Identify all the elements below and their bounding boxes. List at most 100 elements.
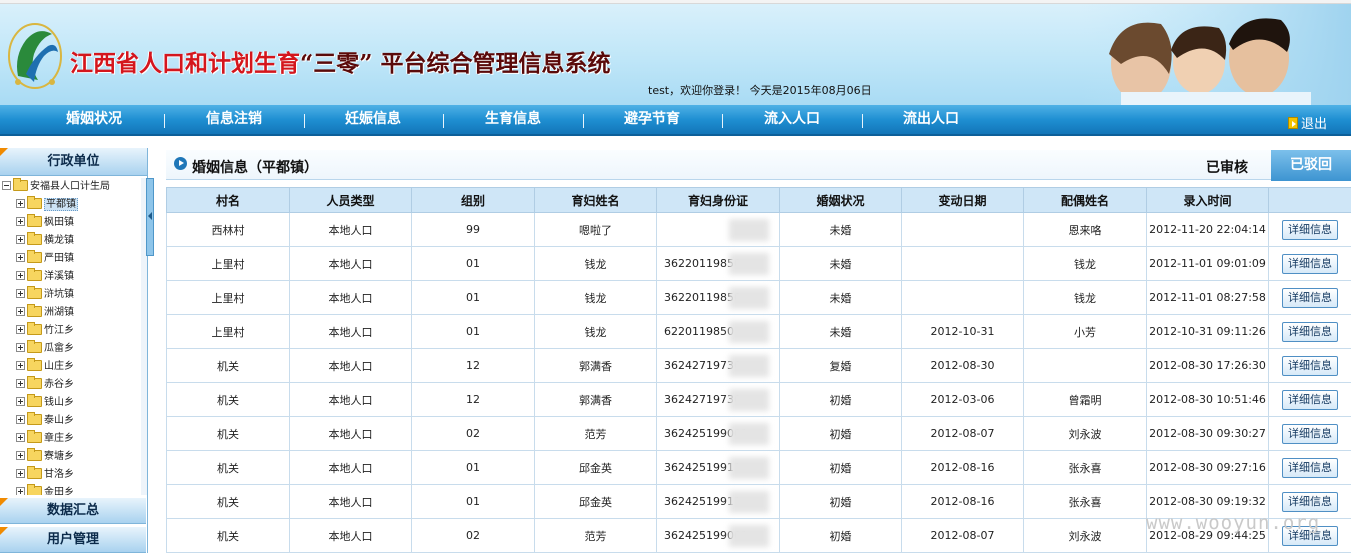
redaction-blur <box>729 253 769 275</box>
tree-node[interactable]: 寮塘乡 <box>0 448 146 466</box>
village-cell: 上里村 <box>166 246 290 281</box>
nav-inflow-population[interactable]: 流入人口 <box>722 105 862 134</box>
detail-info-button[interactable]: 详细信息 <box>1282 219 1338 240</box>
table-header-row: 村名 人员类型 组别 育妇姓名 育妇身份证 婚姻状况 变动日期 配偶姓名 录入时… <box>166 187 1351 213</box>
tree-node[interactable]: 枫田镇 <box>0 214 146 232</box>
detail-info-button[interactable]: 详细信息 <box>1282 355 1338 376</box>
id-number-cell <box>656 212 780 247</box>
tree-node[interactable]: 洋溪镇 <box>0 268 146 286</box>
expand-icon[interactable] <box>16 343 25 352</box>
column-header: 育妇身份证 <box>656 187 780 213</box>
tree-node[interactable]: 山庄乡 <box>0 358 146 376</box>
logo-icon <box>8 23 62 89</box>
expand-icon[interactable] <box>16 397 25 406</box>
marital-status-cell: 未婚 <box>779 280 902 315</box>
expand-icon[interactable] <box>16 469 25 478</box>
expand-icon[interactable] <box>16 451 25 460</box>
folder-icon <box>27 214 42 227</box>
tree-root[interactable]: 安福县人口计生局 <box>0 178 146 196</box>
tree-node[interactable]: 严田镇 <box>0 250 146 268</box>
marital-status-cell: 未婚 <box>779 246 902 281</box>
expand-icon[interactable] <box>16 487 25 495</box>
expand-icon[interactable] <box>16 199 25 208</box>
group-cell: 01 <box>411 280 535 315</box>
column-header: 婚姻状况 <box>779 187 902 213</box>
person-type-cell: 本地人口 <box>289 382 412 417</box>
tree-node-pingdu[interactable]: 平都镇 <box>0 196 146 214</box>
collapse-icon[interactable] <box>2 181 11 190</box>
tab-approved[interactable]: 已审核 <box>1206 157 1248 177</box>
folder-icon <box>27 304 42 317</box>
expand-icon[interactable] <box>16 235 25 244</box>
column-header: 变动日期 <box>901 187 1024 213</box>
tree-node[interactable]: 泰山乡 <box>0 412 146 430</box>
village-cell: 机关 <box>166 382 290 417</box>
tree-node-label: 泰山乡 <box>44 415 74 426</box>
detail-info-button[interactable]: 详细信息 <box>1282 423 1338 444</box>
nav-marriage-status[interactable]: 婚姻状况 <box>24 105 164 134</box>
tree-node[interactable]: 甘洛乡 <box>0 466 146 484</box>
sidebar-header-admin-units[interactable]: 行政单位 <box>0 148 147 176</box>
expand-icon[interactable] <box>16 289 25 298</box>
column-header: 人员类型 <box>289 187 412 213</box>
tree-node[interactable]: 赤谷乡 <box>0 376 146 394</box>
person-type-cell: 本地人口 <box>289 348 412 383</box>
sidebar-header-data-summary[interactable]: 数据汇总 <box>0 498 146 524</box>
group-cell: 12 <box>411 382 535 417</box>
sidebar-header-user-management[interactable]: 用户管理 <box>0 527 146 553</box>
corner-marker-icon <box>0 498 8 506</box>
family-photo <box>1081 4 1351 105</box>
tree-node-label: 寮塘乡 <box>44 451 74 462</box>
column-header: 育妇姓名 <box>534 187 657 213</box>
system-title-rest: “三零” 平台综合管理信息系统 <box>300 50 611 77</box>
expand-icon[interactable] <box>16 361 25 370</box>
expand-icon[interactable] <box>16 325 25 334</box>
id-number-cell: 36242519911 <box>656 450 780 485</box>
detail-info-button[interactable]: 详细信息 <box>1282 287 1338 308</box>
detail-info-button[interactable]: 详细信息 <box>1282 321 1338 342</box>
nav-info-cancel[interactable]: 信息注销 <box>164 105 304 134</box>
expand-icon[interactable] <box>16 253 25 262</box>
detail-info-button[interactable]: 详细信息 <box>1282 457 1338 478</box>
group-cell: 01 <box>411 314 535 349</box>
tab-returned[interactable]: 已驳回 <box>1271 150 1351 181</box>
entry-time-cell: 2012-10-31 09:11:26 <box>1146 314 1269 349</box>
expand-icon[interactable] <box>16 307 25 316</box>
tree-node[interactable]: 钱山乡 <box>0 394 146 412</box>
village-cell: 上里村 <box>166 280 290 315</box>
expand-icon[interactable] <box>16 379 25 388</box>
corner-marker-icon <box>0 527 8 535</box>
detail-info-button[interactable]: 详细信息 <box>1282 491 1338 512</box>
tree-node[interactable]: 浒坑镇 <box>0 286 146 304</box>
tree-node[interactable]: 章庄乡 <box>0 430 146 448</box>
table-row: 机关 本地人口 12 郭满香 36242719730 初婚 2012-03-06 曾霜明 201… <box>166 382 1351 417</box>
id-number-cell: 36242719730 <box>656 348 780 383</box>
detail-info-button[interactable]: 详细信息 <box>1282 253 1338 274</box>
expand-icon[interactable] <box>16 271 25 280</box>
detail-info-button[interactable]: 详细信息 <box>1282 389 1338 410</box>
tree-node[interactable]: 横龙镇 <box>0 232 146 250</box>
tree-node[interactable]: 金田乡 <box>0 484 146 495</box>
welcome-text: test，欢迎你登录！ 今天是2015年08月06日 <box>648 84 872 97</box>
spouse-name-cell <box>1023 348 1147 383</box>
tree-node[interactable]: 竹江乡 <box>0 322 146 340</box>
tree-node[interactable]: 洲湖镇 <box>0 304 146 322</box>
nav-outflow-population[interactable]: 流出人口 <box>861 105 1001 134</box>
expand-icon[interactable] <box>16 433 25 442</box>
sidebar-collapse-handle[interactable] <box>146 178 154 256</box>
expand-icon[interactable] <box>16 415 25 424</box>
nav-pregnancy-info[interactable]: 妊娠信息 <box>303 105 443 134</box>
nav-contraception[interactable]: 避孕节育 <box>582 105 722 134</box>
folder-icon <box>27 376 42 389</box>
folder-icon <box>27 412 42 425</box>
content-header: 婚姻信息（平都镇） 已审核 已驳回 <box>166 150 1351 181</box>
marital-status-cell: 初婚 <box>779 484 902 519</box>
tree-node[interactable]: 瓜畲乡 <box>0 340 146 358</box>
expand-icon[interactable] <box>16 217 25 226</box>
redaction-blur <box>729 423 769 445</box>
nav-birth-info[interactable]: 生育信息 <box>443 105 583 134</box>
column-header: 组别 <box>411 187 535 213</box>
logout-button[interactable]: 退出 <box>1287 113 1327 132</box>
redaction-blur <box>729 321 769 343</box>
marital-status-cell: 初婚 <box>779 518 902 553</box>
